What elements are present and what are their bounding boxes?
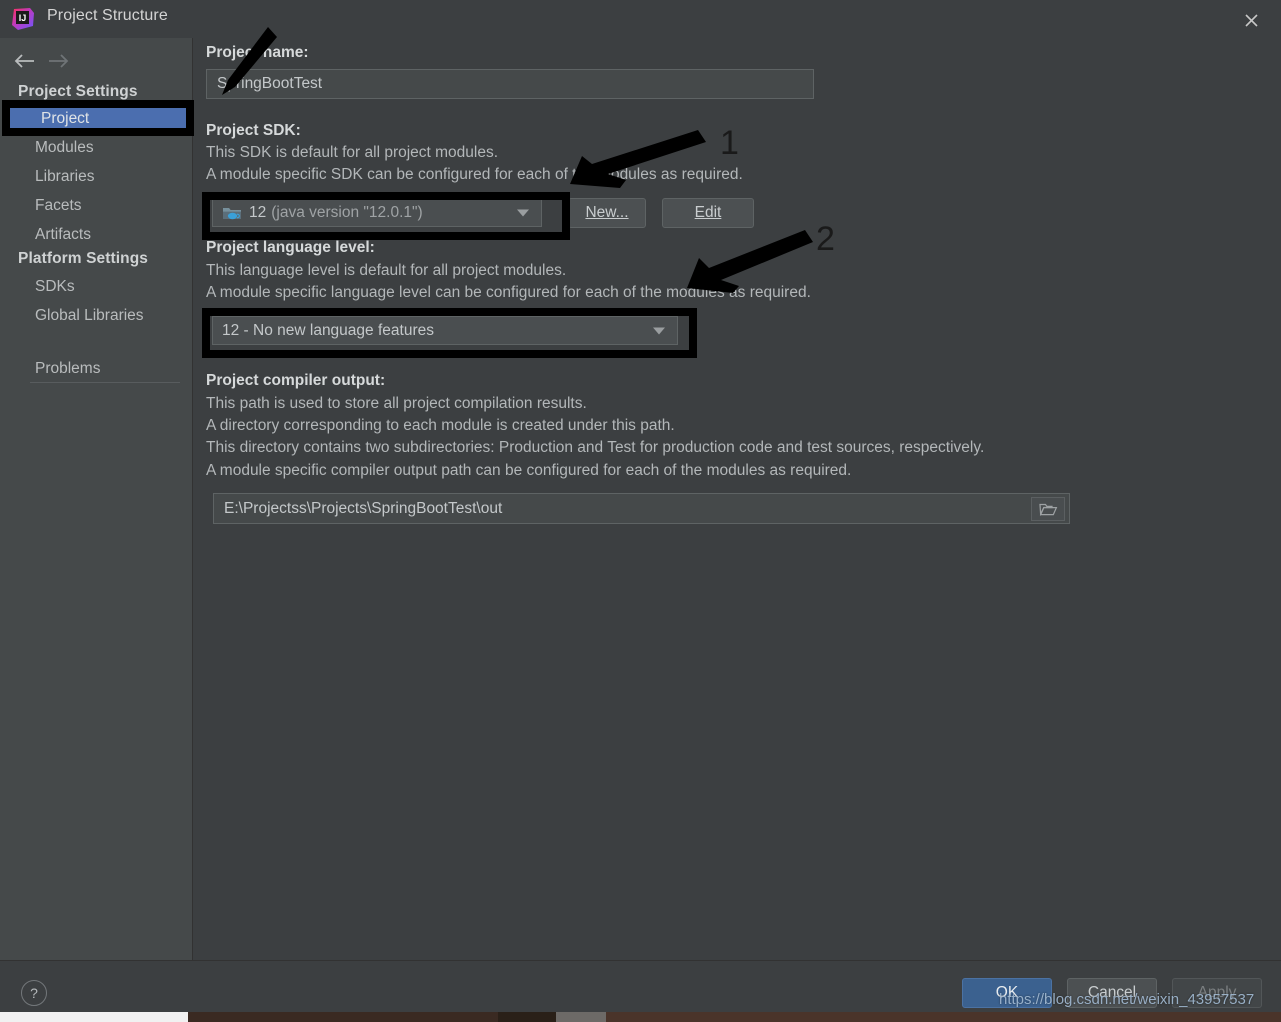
sidebar-item-label: Facets bbox=[35, 196, 82, 214]
sidebar-divider bbox=[30, 382, 180, 383]
svg-text:IJ: IJ bbox=[19, 13, 27, 23]
project-settings-panel: Project name: SpringBootTest Project SDK… bbox=[194, 38, 1281, 960]
compiler-output-label: Project compiler output: bbox=[206, 372, 386, 389]
project-sdk-label: Project SDK: bbox=[206, 122, 301, 139]
sidebar-item-sdks[interactable]: SDKs bbox=[0, 274, 192, 299]
compiler-output-desc-line4: A module specific compiler output path c… bbox=[206, 462, 852, 479]
sidebar-item-label: Libraries bbox=[35, 167, 95, 185]
project-name-value: SpringBootTest bbox=[217, 75, 323, 92]
project-sdk-value: 12 bbox=[249, 203, 267, 221]
folder-browse-icon[interactable] bbox=[1031, 497, 1065, 521]
desktop-strip-segment bbox=[0, 1012, 188, 1022]
title-bar: IJ Project Structure bbox=[0, 0, 1281, 38]
help-question-icon[interactable]: ? bbox=[21, 980, 47, 1006]
settings-sidebar: Project Settings Project Modules Librari… bbox=[0, 38, 193, 960]
window-title: Project Structure bbox=[47, 7, 168, 24]
compiler-output-desc-line3: This directory contains two subdirectori… bbox=[206, 439, 985, 456]
compiler-output-desc-line2: A directory corresponding to each module… bbox=[206, 417, 675, 434]
sidebar-item-label: Problems bbox=[35, 359, 101, 377]
navigation-arrows bbox=[10, 48, 90, 74]
language-level-desc-line1: This language level is default for all p… bbox=[206, 262, 567, 279]
watermark-text: https://blog.csdn.net/weixin_43957537 bbox=[999, 991, 1255, 1008]
sidebar-item-libraries[interactable]: Libraries bbox=[0, 164, 192, 189]
sidebar-item-project[interactable]: Project bbox=[6, 106, 191, 131]
project-sdk-desc-line2: A module specific SDK can be configured … bbox=[206, 166, 743, 183]
sidebar-item-facets[interactable]: Facets bbox=[0, 193, 192, 218]
new-sdk-button-label: New... bbox=[585, 204, 629, 221]
sidebar-item-label: Artifacts bbox=[35, 225, 91, 243]
sidebar-item-artifacts[interactable]: Artifacts bbox=[0, 222, 192, 247]
sidebar-item-global-libraries[interactable]: Global Libraries bbox=[0, 303, 192, 328]
compiler-output-value: E:\Projectss\Projects\SpringBootTest\out bbox=[224, 499, 503, 517]
java-sdk-folder-icon bbox=[222, 205, 242, 221]
project-name-input[interactable]: SpringBootTest bbox=[206, 69, 814, 99]
arrow-right-icon[interactable] bbox=[43, 48, 73, 74]
intellij-idea-logo-icon: IJ bbox=[10, 6, 36, 32]
project-name-label: Project name: bbox=[206, 44, 309, 61]
language-level-desc-line2: A module specific language level can be … bbox=[206, 284, 811, 301]
arrow-left-icon[interactable] bbox=[10, 48, 40, 74]
chevron-down-icon bbox=[517, 209, 529, 216]
sidebar-item-label: Global Libraries bbox=[35, 306, 144, 324]
compiler-output-desc-line1: This path is used to store all project c… bbox=[206, 395, 587, 412]
desktop-strip-segment bbox=[556, 1012, 606, 1022]
sidebar-group-project-settings: Project Settings bbox=[18, 83, 138, 100]
edit-sdk-button[interactable]: Edit bbox=[662, 198, 754, 228]
edit-sdk-button-label: Edit bbox=[694, 204, 722, 221]
language-level-combo[interactable]: 12 - No new language features bbox=[212, 316, 678, 345]
project-sdk-combo[interactable]: 12 (java version "12.0.1") bbox=[212, 198, 542, 227]
sidebar-group-platform-settings: Platform Settings bbox=[18, 250, 149, 267]
project-sdk-desc-line1: This SDK is default for all project modu… bbox=[206, 144, 499, 161]
desktop-strip-segment bbox=[606, 1012, 1281, 1022]
sidebar-item-label: SDKs bbox=[35, 277, 75, 295]
sidebar-item-problems[interactable]: Problems bbox=[0, 356, 192, 381]
project-sdk-detail: (java version "12.0.1") bbox=[271, 203, 423, 221]
desktop-strip-segment bbox=[498, 1012, 556, 1022]
compiler-output-input[interactable]: E:\Projectss\Projects\SpringBootTest\out bbox=[213, 493, 1070, 524]
desktop-strip-segment bbox=[188, 1012, 498, 1022]
new-sdk-button[interactable]: New... bbox=[568, 198, 646, 228]
sidebar-item-label: Modules bbox=[35, 138, 94, 156]
sidebar-item-label: Project bbox=[41, 109, 90, 127]
language-level-label: Project language level: bbox=[206, 239, 375, 256]
sidebar-item-modules[interactable]: Modules bbox=[0, 135, 192, 160]
project-structure-dialog: IJ Project Structure Project Settings Pr… bbox=[0, 0, 1281, 1022]
language-level-value: 12 - No new language features bbox=[222, 321, 434, 339]
chevron-down-icon bbox=[653, 327, 665, 334]
close-icon[interactable] bbox=[1239, 8, 1263, 32]
